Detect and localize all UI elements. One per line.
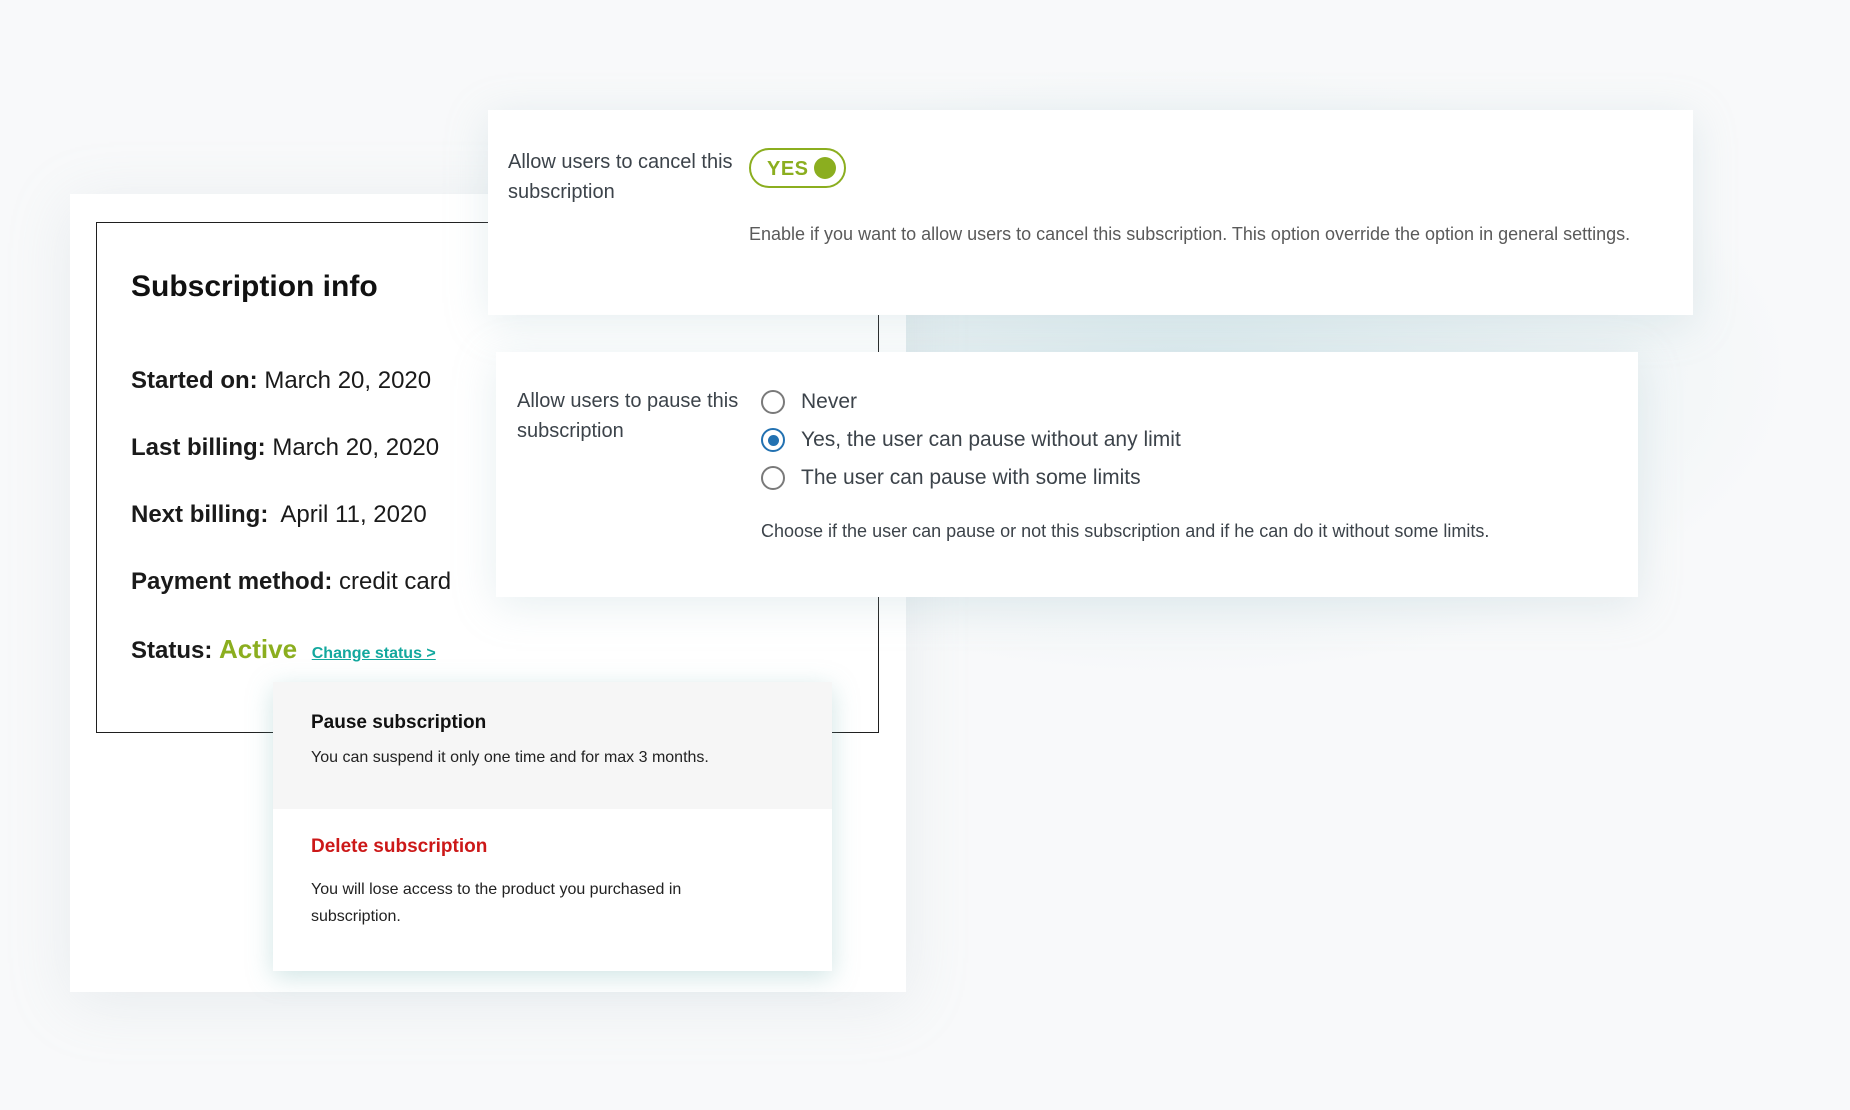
radio-some-limits[interactable] <box>761 466 785 490</box>
delete-subscription-option[interactable]: Delete subscription You will lose access… <box>273 809 832 971</box>
toggle-knob <box>814 157 836 179</box>
radio-some-limits-label: The user can pause with some limits <box>801 466 1141 489</box>
radio-no-limit[interactable] <box>761 428 785 452</box>
last-billing-value: March 20, 2020 <box>272 434 440 461</box>
cancel-setting-label: Allow users to cancel this subscription <box>508 151 733 203</box>
radio-option-no-limit[interactable]: Yes, the user can pause without any limi… <box>761 425 1181 455</box>
radio-never-label: Never <box>801 390 858 413</box>
change-status-menu: Pause subscription You can suspend it on… <box>273 682 832 971</box>
next-billing-label: Next billing: <box>131 501 269 528</box>
delete-subscription-text: You will lose access to the product you … <box>311 881 682 925</box>
cancel-toggle[interactable]: YES <box>749 148 846 188</box>
radio-never[interactable] <box>761 390 785 414</box>
started-on-value: March 20, 2020 <box>264 367 432 394</box>
payment-method-label: Payment method: <box>131 568 333 595</box>
cancel-setting-description: Enable if you want to allow users to can… <box>749 224 1631 244</box>
next-billing-value: April 11, 2020 <box>275 501 427 528</box>
payment-method-value: credit card <box>339 568 452 595</box>
pause-subscription-title: Pause subscription <box>311 712 487 733</box>
radio-no-limit-label: Yes, the user can pause without any limi… <box>801 428 1181 451</box>
radio-option-some-limits[interactable]: The user can pause with some limits <box>761 463 1141 493</box>
payment-method-row: Payment method: credit card <box>131 568 451 596</box>
next-billing-row: Next billing: April 11, 2020 <box>131 501 427 529</box>
toggle-yes-label: YES <box>767 158 809 180</box>
status-badge: Active <box>219 634 298 664</box>
status-label: Status: <box>131 637 213 664</box>
radio-option-never[interactable]: Never <box>761 387 857 417</box>
status-row: Status: Active Change status > <box>131 634 436 665</box>
cancel-setting-card: Allow users to cancel this subscription … <box>488 110 1693 315</box>
started-on-label: Started on: <box>131 367 258 394</box>
last-billing-row: Last billing: March 20, 2020 <box>131 434 439 462</box>
last-billing-label: Last billing: <box>131 434 266 461</box>
pause-subscription-option[interactable]: Pause subscription You can suspend it on… <box>273 682 832 809</box>
pause-subscription-text: You can suspend it only one time and for… <box>311 749 709 766</box>
change-status-link[interactable]: Change status > <box>312 645 436 662</box>
pause-setting-card: Allow users to pause this subscription N… <box>496 352 1638 597</box>
started-on-row: Started on: March 20, 2020 <box>131 367 431 395</box>
subscription-info-title: Subscription info <box>131 270 378 303</box>
delete-subscription-title: Delete subscription <box>311 836 488 857</box>
pause-setting-description: Choose if the user can pause or not this… <box>761 521 1490 541</box>
pause-setting-label: Allow users to pause this subscription <box>517 390 739 442</box>
